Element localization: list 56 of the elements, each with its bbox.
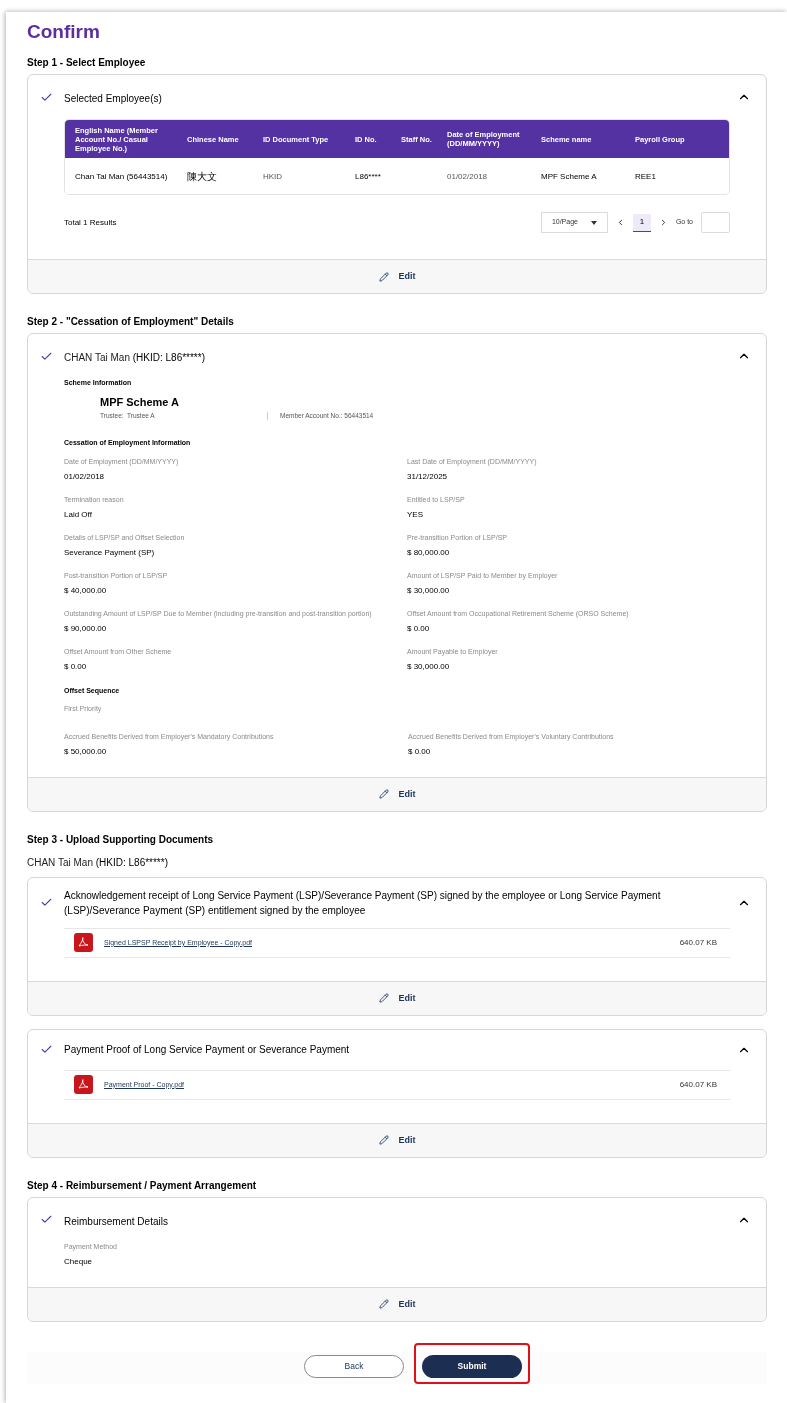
field-value: $ 40,000.00 — [64, 584, 108, 596]
table-cell-text: L86**** — [355, 170, 382, 182]
results-count: Total 1 Results — [64, 216, 117, 229]
pencil-icon — [378, 1299, 389, 1310]
edit-button[interactable]: Edit — [378, 1133, 416, 1147]
table-cell-text: REE1 — [635, 170, 657, 182]
pencil-icon — [378, 789, 389, 800]
field-value: $ 90,000.00 — [64, 622, 108, 634]
field-value: YES — [407, 508, 424, 520]
field-value: 31/12/2025 — [407, 470, 449, 482]
field-value: $ 80,000.00 — [407, 546, 451, 558]
submit-button[interactable]: Submit — [422, 1354, 522, 1378]
step-title: Step 3 - Upload Supporting Documents — [27, 832, 215, 846]
back-button[interactable]: Back — [304, 1354, 404, 1378]
field-value: $ 30,000.00 — [407, 660, 451, 672]
step-title: Step 4 - Reimbursement / Payment Arrangement — [27, 1178, 258, 1192]
step-title: Step 2 - "Cessation of Employment" Details — [27, 315, 235, 328]
pencil-icon — [378, 993, 389, 1004]
field-value: Severance Payment (SP) — [64, 546, 156, 558]
card-heading: Reimbursement Details — [64, 1215, 168, 1227]
card-heading: Payment Proof of Long Service Payment or Severance Payment — [64, 1043, 351, 1058]
employee-id: (HKID: L86*****) — [95, 856, 168, 868]
card-heading: Acknowledgement receipt of Long Service Payment (LSP)/Severance Payment (SP) signed by the employee or Long Service Payment (LSP)/Severance Payment (SP) entitlement signed by the employee — [64, 888, 662, 918]
edit-button[interactable]: Edit — [378, 787, 416, 801]
field-value: $ 50,000.00 — [64, 745, 108, 757]
goto-field[interactable] — [701, 212, 730, 233]
caret-down-icon — [590, 220, 597, 225]
table-cell-text: HKID — [263, 170, 284, 182]
employee-id: (HKID: L86*****) — [132, 352, 205, 363]
employee-name: CHAN Tai Man — [27, 856, 94, 868]
page-title: Confirm — [27, 20, 101, 44]
page-number[interactable]: 1 — [632, 213, 651, 232]
table-cell-text: Chan Tai Man (56443514) — [75, 170, 169, 182]
table-cell-text: 01/02/2018 — [447, 170, 489, 182]
table-cell-text: MPF Scheme A — [541, 170, 598, 182]
employee-name: CHAN Tai Man — [64, 352, 131, 363]
edit-button[interactable]: Edit — [378, 269, 416, 284]
file-size: 640.07 KB — [679, 936, 717, 949]
field-value: $ 0.00 — [407, 622, 431, 634]
field-value: $ 0.00 — [64, 660, 88, 672]
pdf-icon — [74, 1075, 93, 1095]
field-value: Cheque — [64, 1255, 94, 1267]
pencil-icon — [378, 1135, 389, 1146]
step-title: Step 1 - Select Employee — [27, 56, 147, 69]
field-value: $ 0.00 — [408, 745, 432, 757]
pdf-icon — [74, 933, 93, 953]
card-heading: Selected Employee(s) — [64, 93, 162, 104]
file-size: 640.07 KB — [679, 1078, 717, 1091]
table-cell-text: 陳大文 — [187, 170, 218, 182]
field-value: Laid Off — [64, 508, 93, 520]
field-value: $ 30,000.00 — [407, 584, 451, 596]
pencil-icon — [378, 271, 389, 282]
field-value: 01/02/2018 — [64, 470, 106, 482]
edit-button[interactable]: Edit — [378, 991, 416, 1005]
scheme-name: MPF Scheme A — [100, 395, 181, 409]
edit-button[interactable]: Edit — [378, 1297, 416, 1311]
